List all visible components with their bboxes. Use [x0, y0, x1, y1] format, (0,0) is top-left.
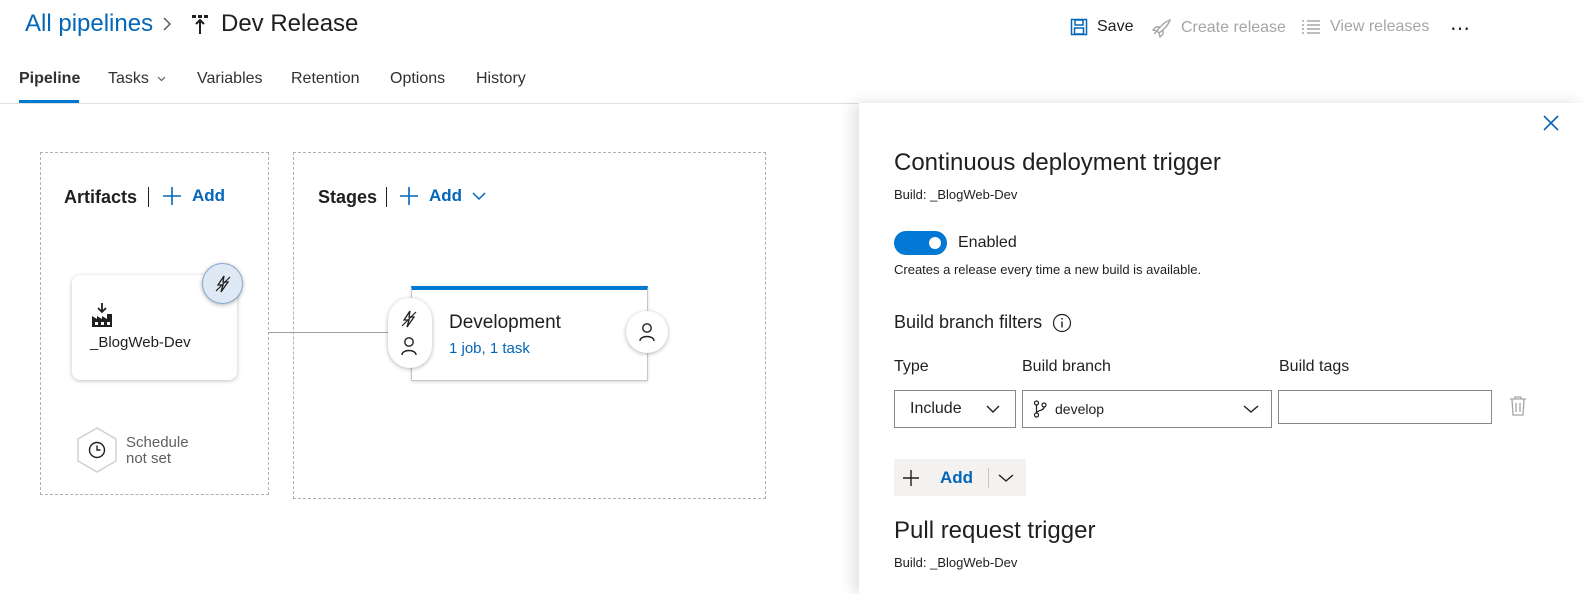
build-tags-input[interactable] — [1278, 390, 1492, 424]
add-stage-label: Add — [429, 186, 463, 205]
save-button[interactable]: Save — [1070, 18, 1133, 36]
cd-trigger-build: Build: _BlogWeb-Dev — [894, 187, 1018, 202]
schedule-line1: Schedule — [126, 434, 189, 451]
continuous-deployment-trigger-button[interactable] — [202, 263, 243, 304]
tab-options[interactable]: Options — [390, 70, 445, 103]
list-icon — [1301, 19, 1321, 35]
artifact-name[interactable]: _BlogWeb-Dev — [90, 334, 191, 351]
cd-description: Creates a release every time a new build… — [894, 262, 1202, 277]
split-divider — [988, 467, 990, 488]
post-deployment-approvals-button[interactable] — [626, 311, 668, 353]
lightning-icon[interactable] — [399, 309, 419, 329]
save-label: Save — [1097, 18, 1134, 35]
col-tags-label: Build tags — [1279, 358, 1350, 375]
branch-icon — [1033, 400, 1047, 418]
save-icon — [1070, 18, 1088, 36]
branch-filters-heading: Build branch filters — [894, 312, 1072, 333]
divider — [148, 187, 149, 207]
stages-title: Stages — [318, 187, 378, 207]
chevron-down-icon[interactable] — [998, 473, 1014, 483]
schedule-trigger-button[interactable] — [75, 426, 119, 474]
add-artifact-button[interactable]: Add — [162, 186, 225, 206]
divider — [386, 187, 387, 207]
tab-retention[interactable]: Retention — [291, 70, 360, 103]
breadcrumb-all-pipelines[interactable]: All pipelines — [25, 10, 153, 38]
schedule-line2: not set — [126, 450, 172, 467]
chevron-down-icon — [1243, 404, 1259, 414]
type-value: Include — [910, 400, 962, 417]
add-stage-button[interactable]: Add — [399, 186, 486, 206]
view-releases-label: View releases — [1330, 18, 1430, 35]
view-releases-button[interactable]: View releases — [1301, 18, 1429, 36]
pipeline-title: Dev Release — [221, 10, 359, 37]
stage-summary-link[interactable]: 1 job, 1 task — [449, 340, 530, 357]
chevron-down-icon — [157, 75, 166, 83]
build-artifact-icon — [90, 302, 114, 328]
branch-filters-title: Build branch filters — [894, 312, 1043, 332]
artifacts-title: Artifacts — [64, 187, 138, 207]
branch-selection: develop — [1033, 400, 1104, 418]
col-branch-label: Build branch — [1022, 358, 1111, 375]
delete-icon[interactable] — [1509, 395, 1527, 417]
close-icon[interactable] — [1541, 113, 1561, 133]
chevron-down-icon — [472, 191, 486, 201]
chevron-down-icon — [986, 404, 1000, 414]
plus-icon — [902, 469, 920, 487]
col-type-label: Type — [894, 358, 929, 375]
tab-variables[interactable]: Variables — [197, 70, 263, 103]
person-icon — [638, 322, 656, 342]
add-filter-label: Add — [940, 467, 974, 487]
release-pipeline-icon — [191, 14, 209, 36]
rocket-icon — [1150, 18, 1172, 38]
tab-tasks[interactable]: Tasks — [108, 70, 166, 103]
plus-icon — [162, 186, 182, 206]
type-dropdown[interactable]: Include — [894, 390, 1016, 428]
toggle-state-label: Enabled — [958, 234, 1017, 251]
create-release-button[interactable]: Create release — [1150, 18, 1286, 38]
cd-enabled-toggle[interactable] — [894, 231, 947, 255]
more-options-icon[interactable]: ⋯ — [1450, 16, 1471, 41]
stage-name[interactable]: Development — [449, 312, 561, 334]
branch-value: develop — [1055, 401, 1105, 417]
schedule-status: Schedule not set — [126, 435, 189, 467]
add-artifact-label: Add — [192, 186, 226, 205]
tab-history[interactable]: History — [476, 70, 526, 103]
tab-tasks-label: Tasks — [108, 70, 149, 87]
chevron-right-icon — [160, 14, 174, 34]
pr-trigger-build: Build: _BlogWeb-Dev — [894, 555, 1018, 570]
branch-dropdown[interactable]: develop — [1022, 390, 1272, 428]
info-icon[interactable] — [1052, 313, 1072, 333]
toggle-knob — [929, 237, 941, 249]
cd-trigger-title: Continuous deployment trigger — [894, 149, 1221, 176]
person-icon[interactable] — [400, 336, 418, 356]
tab-pipeline[interactable]: Pipeline — [19, 70, 80, 103]
plus-icon — [399, 186, 419, 206]
add-filter-button[interactable]: Add — [894, 459, 1026, 496]
lightning-icon — [213, 274, 233, 294]
create-release-label: Create release — [1181, 19, 1286, 36]
pr-trigger-title: Pull request trigger — [894, 517, 1096, 544]
